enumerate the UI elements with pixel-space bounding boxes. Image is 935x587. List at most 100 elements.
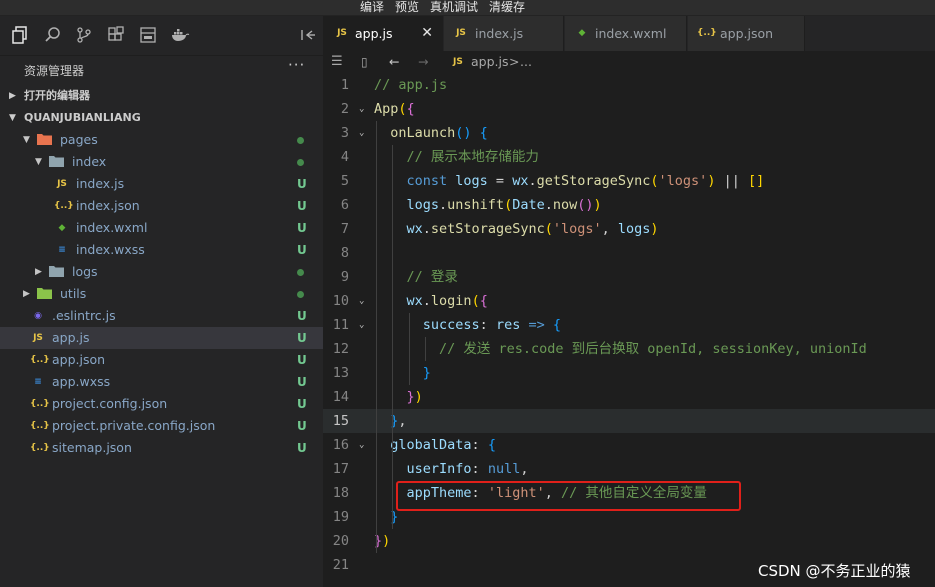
- chevron-down-icon[interactable]: ▼: [35, 151, 42, 173]
- untracked-badge: U: [297, 441, 307, 455]
- tree-item-label: index: [72, 154, 107, 169]
- docker-icon[interactable]: [170, 25, 190, 45]
- javascript-file-icon: JS: [456, 28, 466, 38]
- list-icon[interactable]: ☰: [331, 51, 343, 73]
- tree-item[interactable]: ≡ index.wxss U: [0, 239, 323, 261]
- more-actions-button[interactable]: ···: [288, 56, 305, 74]
- tree-item[interactable]: ▶ logs: [0, 261, 323, 283]
- chevron-down-icon[interactable]: ▼: [23, 129, 30, 151]
- untracked-badge: U: [297, 353, 307, 367]
- tree-item[interactable]: {..} project.private.config.json U: [0, 415, 323, 437]
- js-file-icon: JS: [33, 333, 43, 343]
- line-number: 20: [332, 533, 349, 549]
- indent-guide: [409, 313, 410, 385]
- chevron-right-icon[interactable]: ▶: [23, 283, 30, 305]
- untracked-badge: U: [297, 199, 307, 213]
- watermark: CSDN @不务正业的猿: [758, 562, 911, 580]
- compile-button[interactable]: 编译: [360, 0, 384, 14]
- tree-item[interactable]: ▼ pages: [0, 129, 323, 151]
- tree-item[interactable]: JS index.js U: [0, 173, 323, 195]
- code-text: userInfo: null,: [374, 461, 529, 477]
- tree-item-label: index.js: [76, 176, 125, 191]
- collapse-panel-icon[interactable]: [298, 25, 318, 45]
- line-number: 19: [332, 509, 349, 525]
- code-text: }: [374, 365, 431, 381]
- chevron-right-icon: ▶: [9, 91, 16, 101]
- code-text: wx.setStorageSync('logs', logs): [374, 221, 659, 237]
- tree-item[interactable]: {..} sitemap.json U: [0, 437, 323, 459]
- code-line: 10 ⌄ wx.login({: [323, 289, 935, 313]
- code-line: 3 ⌄ onLaunch() {: [323, 121, 935, 145]
- breadcrumb-file[interactable]: app.js: [471, 51, 509, 73]
- explorer-icon[interactable]: [10, 25, 30, 45]
- fold-chevron-icon[interactable]: ⌄: [359, 97, 364, 121]
- breadcrumb-separator: >: [509, 54, 520, 69]
- highlight-annotation-box: [396, 481, 741, 511]
- tab-index-js[interactable]: JS index.js: [444, 16, 564, 51]
- chevron-right-icon[interactable]: ▶: [35, 261, 42, 283]
- fold-chevron-icon[interactable]: ⌄: [359, 289, 364, 313]
- tree-item[interactable]: {..} app.json U: [0, 349, 323, 371]
- tab-app-json[interactable]: {..} app.json: [688, 16, 805, 51]
- untracked-badge: U: [297, 375, 307, 389]
- fold-chevron-icon[interactable]: ⌄: [359, 433, 364, 457]
- code-line: 17 userInfo: null,: [323, 457, 935, 481]
- tree-item[interactable]: ▶ utils: [0, 283, 323, 305]
- tab-index-wxml[interactable]: ◆ index.wxml: [565, 16, 687, 51]
- forward-arrow-icon[interactable]: →: [418, 51, 428, 73]
- clear-cache-button[interactable]: 清缓存: [489, 0, 525, 14]
- project-section[interactable]: ▼ QUANJUBIANLIANG: [0, 107, 323, 129]
- line-number: 16: [332, 437, 349, 453]
- tree-item[interactable]: {..} index.json U: [0, 195, 323, 217]
- line-number: 14: [332, 389, 349, 405]
- wxml-file-icon: ◆: [58, 223, 66, 233]
- bookmark-icon[interactable]: ▯: [361, 51, 368, 73]
- tree-item-label: project.config.json: [52, 396, 168, 411]
- untracked-badge: U: [297, 243, 307, 257]
- code-text: success: res => {: [374, 317, 561, 333]
- line-number: 4: [340, 149, 349, 165]
- code-text: }: [374, 509, 399, 525]
- close-icon[interactable]: ✕: [421, 16, 433, 51]
- json-file-icon: {..}: [30, 421, 50, 431]
- wxss-file-icon: ≡: [34, 377, 42, 387]
- tree-item-label: .eslintrc.js: [52, 308, 116, 323]
- fold-chevron-icon[interactable]: ⌄: [359, 313, 364, 337]
- source-control-icon[interactable]: [74, 25, 94, 45]
- wxml-file-icon: ◆: [578, 28, 586, 38]
- code-line: 15 },: [323, 409, 935, 433]
- tree-item-label: index.wxss: [76, 242, 145, 257]
- untracked-badge: U: [297, 419, 307, 433]
- breadcrumb-rest[interactable]: ...: [520, 51, 532, 73]
- tree-item[interactable]: {..} project.config.json U: [0, 393, 323, 415]
- chevron-down-icon: ▼: [9, 113, 16, 123]
- eslint-file-icon: ◉: [34, 311, 42, 321]
- extensions-icon[interactable]: [106, 25, 126, 45]
- tree-item[interactable]: JS app.js U: [0, 327, 323, 349]
- tree-item[interactable]: ◉ .eslintrc.js U: [0, 305, 323, 327]
- search-icon[interactable]: [43, 25, 63, 45]
- tree-item[interactable]: ◆ index.wxml U: [0, 217, 323, 239]
- tree-item[interactable]: ▼ index: [0, 151, 323, 173]
- modified-dot: [297, 137, 304, 144]
- activity-bar: [0, 16, 323, 56]
- preview-button[interactable]: 预览: [395, 0, 419, 14]
- code-text: // 发送 res.code 到后台换取 openId, sessionKey,…: [374, 341, 867, 357]
- back-arrow-icon[interactable]: ←: [389, 51, 399, 73]
- line-number: 1: [340, 77, 349, 93]
- fold-chevron-icon[interactable]: ⌄: [359, 121, 364, 145]
- line-number: 9: [340, 269, 349, 285]
- line-number: 6: [340, 197, 349, 213]
- code-text: // 登录: [374, 269, 458, 285]
- line-number: 21: [332, 557, 349, 573]
- tab-app-js[interactable]: JS app.js ✕: [323, 16, 443, 51]
- remote-debug-button[interactable]: 真机调试: [430, 0, 478, 14]
- indent-guide: [392, 457, 393, 529]
- open-editors-section[interactable]: ▶ 打开的编辑器: [0, 85, 323, 107]
- code-line: 9 // 登录: [323, 265, 935, 289]
- tree-item[interactable]: ≡ app.wxss U: [0, 371, 323, 393]
- code-line: 6 logs.unshift(Date.now()): [323, 193, 935, 217]
- title-bar: 编译 预览 真机调试 清缓存: [0, 0, 935, 16]
- layout-icon[interactable]: [138, 25, 158, 45]
- tree-item-label: app.js: [52, 330, 90, 345]
